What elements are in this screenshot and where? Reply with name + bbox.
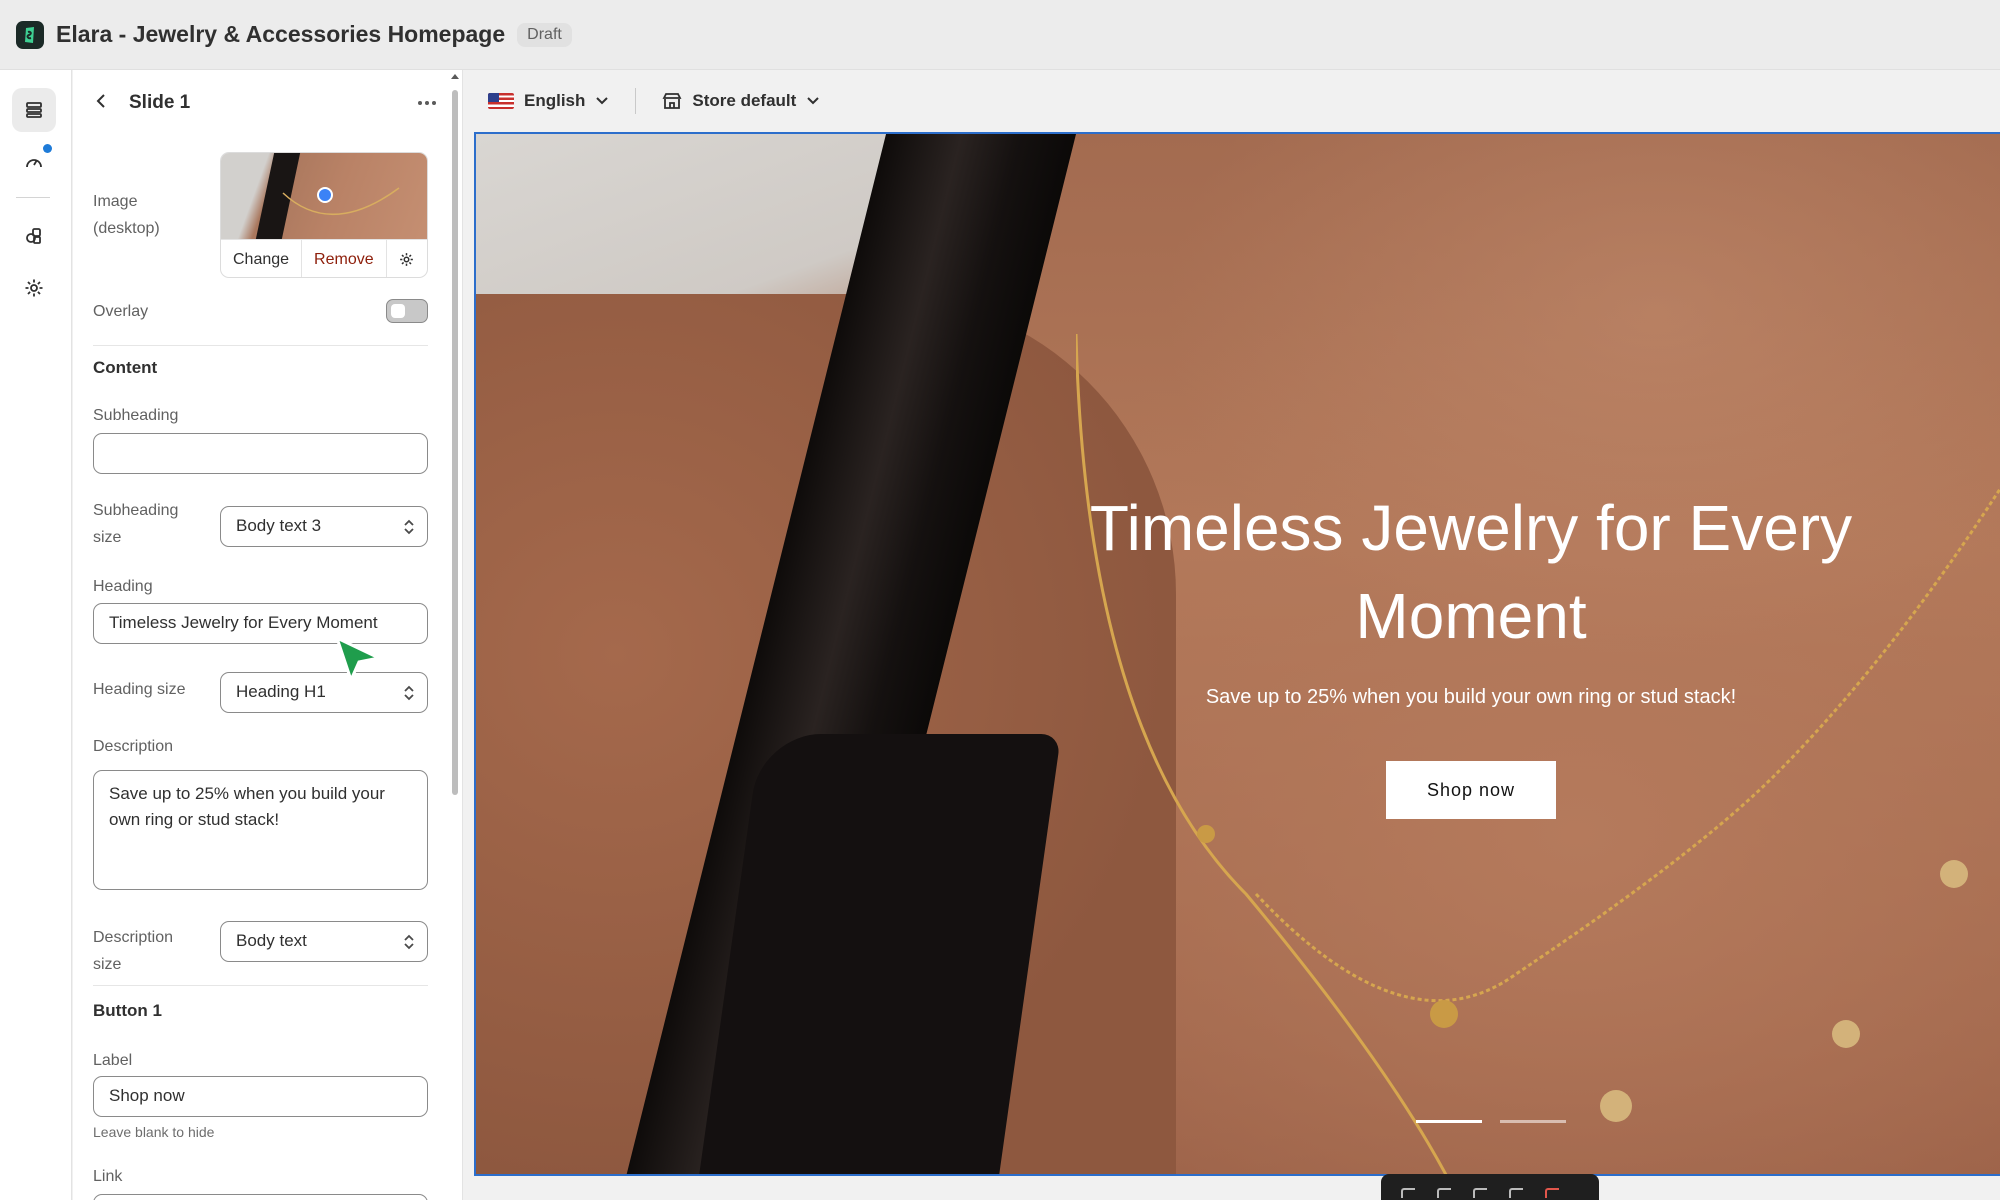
shop-now-button[interactable]: Shop now [1386,761,1556,819]
slide-indicator-1[interactable] [1416,1120,1482,1123]
change-image-button[interactable]: Change [221,239,303,277]
page-title: Elara - Jewelry & Accessories Homepage [56,21,506,47]
link-input[interactable] [93,1194,428,1200]
slide-indicators [1416,1120,1566,1123]
overlay-label: Overlay [93,303,149,320]
button-label-hint: Leave blank to hide [93,1124,215,1140]
button-label-label: Label [93,1052,133,1069]
image-picker[interactable]: Change Remove [220,152,428,278]
heading-label: Heading [93,578,153,595]
back-icon[interactable] [95,93,107,114]
apps-icon[interactable] [12,214,56,258]
settings-panel: Slide 1 Image (desktop) Change Remove Ov… [73,70,463,1200]
panel-header: Slide 1 [73,70,462,136]
preview-toolbar: English Store default [472,70,2000,132]
select-chevron-icon [404,685,414,701]
image-label: Image (desktop) [93,193,160,237]
description-size-value: Body text [236,931,307,950]
button-label-input[interactable]: Shop now [93,1076,428,1117]
delete-icon[interactable] [1545,1188,1559,1198]
divider [93,985,428,986]
subheading-size-select[interactable]: Body text 3 [220,506,428,547]
hero-description[interactable]: Save up to 25% when you build your own r… [1076,686,1866,709]
scroll-up-icon[interactable] [450,72,460,80]
image-settings-icon[interactable] [387,240,426,278]
button1-section-title: Button 1 [93,1001,162,1020]
block-actions-toolbar [1381,1174,1599,1200]
chevron-down-icon [596,97,609,105]
slide-indicator-2[interactable] [1500,1120,1566,1123]
description-textarea[interactable]: Save up to 25% when you build your own r… [93,770,428,890]
us-flag-icon [488,93,514,109]
toolbar-divider [635,88,637,114]
language-label: English [524,91,586,110]
move-up-icon[interactable] [1401,1188,1415,1198]
store-selector[interactable]: Store default [662,91,820,111]
heading-size-select[interactable]: Heading H1 [220,672,428,713]
thumbnail-necklace [282,187,400,215]
heading-size-value: Heading H1 [236,682,326,701]
description-label: Description [93,738,174,755]
cursor-icon [335,636,384,685]
select-chevron-icon [404,519,414,535]
notification-dot [43,144,52,153]
hero-heading[interactable]: Timeless Jewelry for Every Moment [1076,484,1866,660]
description-size-label: Description size [93,929,174,973]
description-size-select[interactable]: Body text [220,921,428,962]
rail-divider [16,197,50,198]
subheading-size-value: Body text 3 [236,516,322,535]
language-selector[interactable]: English [488,91,609,111]
status-badge: Draft [517,22,572,47]
icon-rail [0,70,72,1200]
slide-content: Timeless Jewelry for Every Moment Save u… [1076,484,1866,819]
subheading-size-label: Subheading size [93,502,179,546]
image-actions: Change Remove [221,239,427,278]
top-bar: Elara - Jewelry & Accessories Homepage D… [0,0,2000,70]
hide-icon[interactable] [1509,1188,1523,1198]
duplicate-icon[interactable] [1473,1188,1487,1198]
divider [93,345,428,346]
shopify-logo-icon [16,20,44,49]
link-label: Link [93,1168,123,1185]
remove-image-button[interactable]: Remove [302,239,387,277]
overlay-toggle[interactable] [386,299,428,323]
move-down-icon[interactable] [1437,1188,1451,1198]
slideshow-preview[interactable]: Timeless Jewelry for Every Moment Save u… [474,132,2000,1176]
settings-icon[interactable] [12,266,56,310]
chevron-down-icon [807,97,820,105]
store-icon [662,93,682,109]
sections-icon[interactable] [12,88,56,132]
toggle-knob [391,304,405,318]
speed-icon[interactable] [12,140,56,184]
panel-title: Slide 1 [129,92,191,113]
subheading-input[interactable] [93,433,428,474]
select-chevron-icon [404,934,414,950]
focal-point-handle[interactable] [317,187,333,203]
content-section-title: Content [93,358,158,377]
heading-size-label: Heading size [93,681,186,698]
image-thumbnail[interactable] [221,153,427,239]
subheading-label: Subheading [93,407,179,424]
more-icon[interactable] [412,88,442,118]
panel-scrollbar[interactable] [452,90,458,795]
store-label: Store default [692,91,797,110]
